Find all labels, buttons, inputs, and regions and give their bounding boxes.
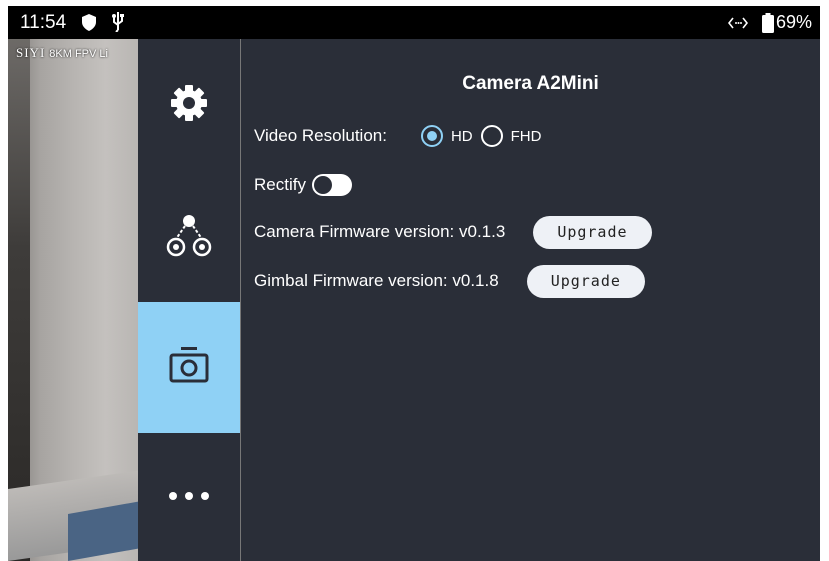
osd-text: 8KM FPV Li <box>49 48 108 60</box>
sidebar-item-more[interactable] <box>138 433 240 561</box>
sidebar-item-camera[interactable] <box>138 302 240 433</box>
toggle-knob <box>313 176 332 194</box>
sidebar <box>138 39 241 561</box>
rectify-toggle[interactable] <box>311 174 352 196</box>
battery-percent: 69% <box>775 12 812 32</box>
rectify-row: Rectify <box>254 172 352 198</box>
gimbal-firmware-label: Gimbal Firmware version: v0.1.8 <box>254 271 499 290</box>
gimbal-upgrade-button[interactable]: Upgrade <box>526 264 645 298</box>
resolution-option-hd[interactable]: HD <box>420 125 481 147</box>
camera-upgrade-button[interactable]: Upgrade <box>533 215 652 249</box>
video-resolution-label: Video Resolution: <box>254 126 387 145</box>
more-dots-icon <box>167 488 211 506</box>
battery-icon <box>762 13 774 38</box>
status-bar: 11:54 69% <box>8 6 820 39</box>
gimbal-network-icon <box>164 212 214 263</box>
camera-firmware-label: Camera Firmware version: v0.1.3 <box>254 222 506 241</box>
resolution-option-fhd[interactable]: FHD <box>480 125 550 147</box>
shield-icon <box>82 14 96 36</box>
camera-settings-panel: Camera A2Mini Video Resolution: HD FHD R… <box>241 39 820 561</box>
osd-overlay: SIYI 8KM FPV Li <box>16 45 108 61</box>
camera-feed[interactable]: SIYI 8KM FPV Li <box>8 39 138 561</box>
radio-hd-label: HD <box>450 127 473 145</box>
clock: 11:54 <box>20 12 67 33</box>
radio-fhd[interactable] <box>480 125 503 147</box>
radio-hd[interactable] <box>420 125 443 147</box>
camera-icon <box>167 345 211 390</box>
gimbal-firmware-row: Gimbal Firmware version: v0.1.8 Upgrade <box>254 264 645 298</box>
device-screen: 11:54 69% SIYI 8KM FPV Li Camera A2Mini … <box>8 6 820 561</box>
gear-icon <box>169 83 209 128</box>
video-resolution-row: Video Resolution: HD FHD <box>254 123 549 149</box>
sidebar-item-settings[interactable] <box>138 39 240 172</box>
rectify-label: Rectify <box>254 175 306 194</box>
sidebar-item-gimbal[interactable] <box>138 172 240 302</box>
feed-shadow <box>8 39 30 561</box>
osd-brand: SIYI <box>16 45 46 60</box>
camera-firmware-row: Camera Firmware version: v0.1.3 Upgrade <box>254 215 652 249</box>
data-transfer-icon <box>727 16 749 34</box>
radio-fhd-label: FHD <box>510 127 542 145</box>
usb-icon <box>111 12 125 37</box>
page-title: Camera A2Mini <box>462 73 599 94</box>
